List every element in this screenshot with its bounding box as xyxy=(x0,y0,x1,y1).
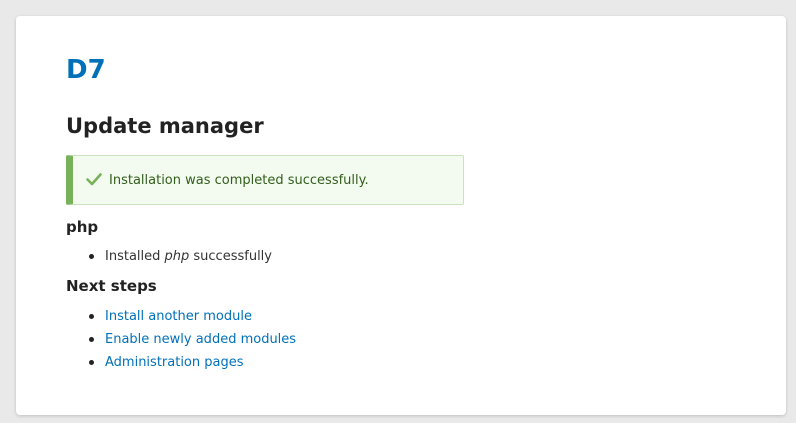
bullet-icon xyxy=(89,314,94,319)
page-title: Update manager xyxy=(66,114,264,138)
result-suffix: successfully xyxy=(189,249,272,264)
result-prefix: Installed xyxy=(105,249,165,264)
result-project-name: php xyxy=(164,249,190,264)
list-item: Install another module xyxy=(66,305,296,328)
check-icon xyxy=(86,173,102,186)
install-another-module-link[interactable]: Install another module xyxy=(105,309,252,324)
project-results-list: Installed php successfully xyxy=(66,245,272,268)
bullet-icon xyxy=(89,360,94,365)
list-item: Enable newly added modules xyxy=(66,328,296,351)
main-content-card: D7 Update manager Installation was compl… xyxy=(16,16,786,415)
bullet-icon xyxy=(89,337,94,342)
list-item: Administration pages xyxy=(66,351,296,374)
list-item: Installed php successfully xyxy=(66,245,272,268)
status-message: Installation was completed successfully. xyxy=(66,155,464,205)
status-message-text: Installation was completed successfully. xyxy=(109,173,369,188)
site-name-link[interactable]: D7 xyxy=(66,54,106,86)
administration-pages-link[interactable]: Administration pages xyxy=(105,355,244,370)
project-title: php xyxy=(66,218,99,236)
bullet-icon xyxy=(89,254,94,259)
next-steps-list: Install another module Enable newly adde… xyxy=(66,305,296,374)
enable-modules-link[interactable]: Enable newly added modules xyxy=(105,332,296,347)
next-steps-title: Next steps xyxy=(66,277,157,295)
